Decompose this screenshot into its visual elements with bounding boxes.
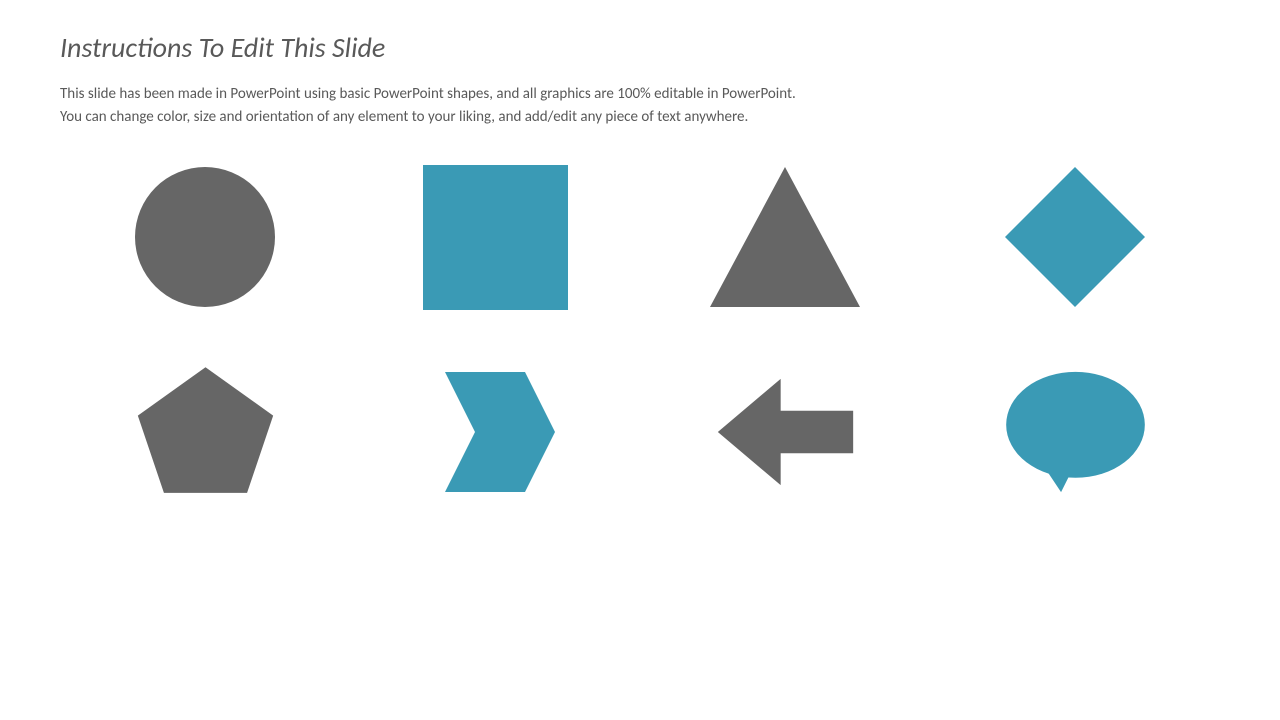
pentagon-shape [133, 360, 278, 505]
triangle-shape [705, 162, 865, 312]
slide: Instructions To Edit This Slide This sli… [0, 0, 1280, 720]
speech-bubble-shape [1003, 367, 1148, 497]
shape-square-container [365, 160, 625, 315]
shape-arrow-left-container [655, 355, 915, 510]
diamond-shape [1000, 162, 1150, 312]
body-text-line2: You can change color, size and orientati… [60, 108, 748, 126]
body-text-line1: This slide has been made in PowerPoint u… [60, 85, 796, 103]
shape-chevron-container [365, 355, 625, 510]
shape-pentagon-container [75, 355, 335, 510]
square-shape [423, 165, 568, 310]
shape-circle-container [75, 160, 335, 315]
shapes-row-2 [60, 355, 1220, 510]
shape-triangle-container [655, 160, 915, 315]
shapes-section [60, 160, 1220, 510]
circle-shape [135, 167, 275, 307]
shapes-row-1 [60, 160, 1220, 315]
arrow-left-shape [713, 372, 858, 492]
shape-diamond-container [945, 160, 1205, 315]
shape-speech-bubble-container [945, 355, 1205, 510]
chevron-shape [425, 362, 565, 502]
body-text: This slide has been made in PowerPoint u… [60, 83, 1220, 130]
slide-title: Instructions To Edit This Slide [60, 30, 1220, 65]
